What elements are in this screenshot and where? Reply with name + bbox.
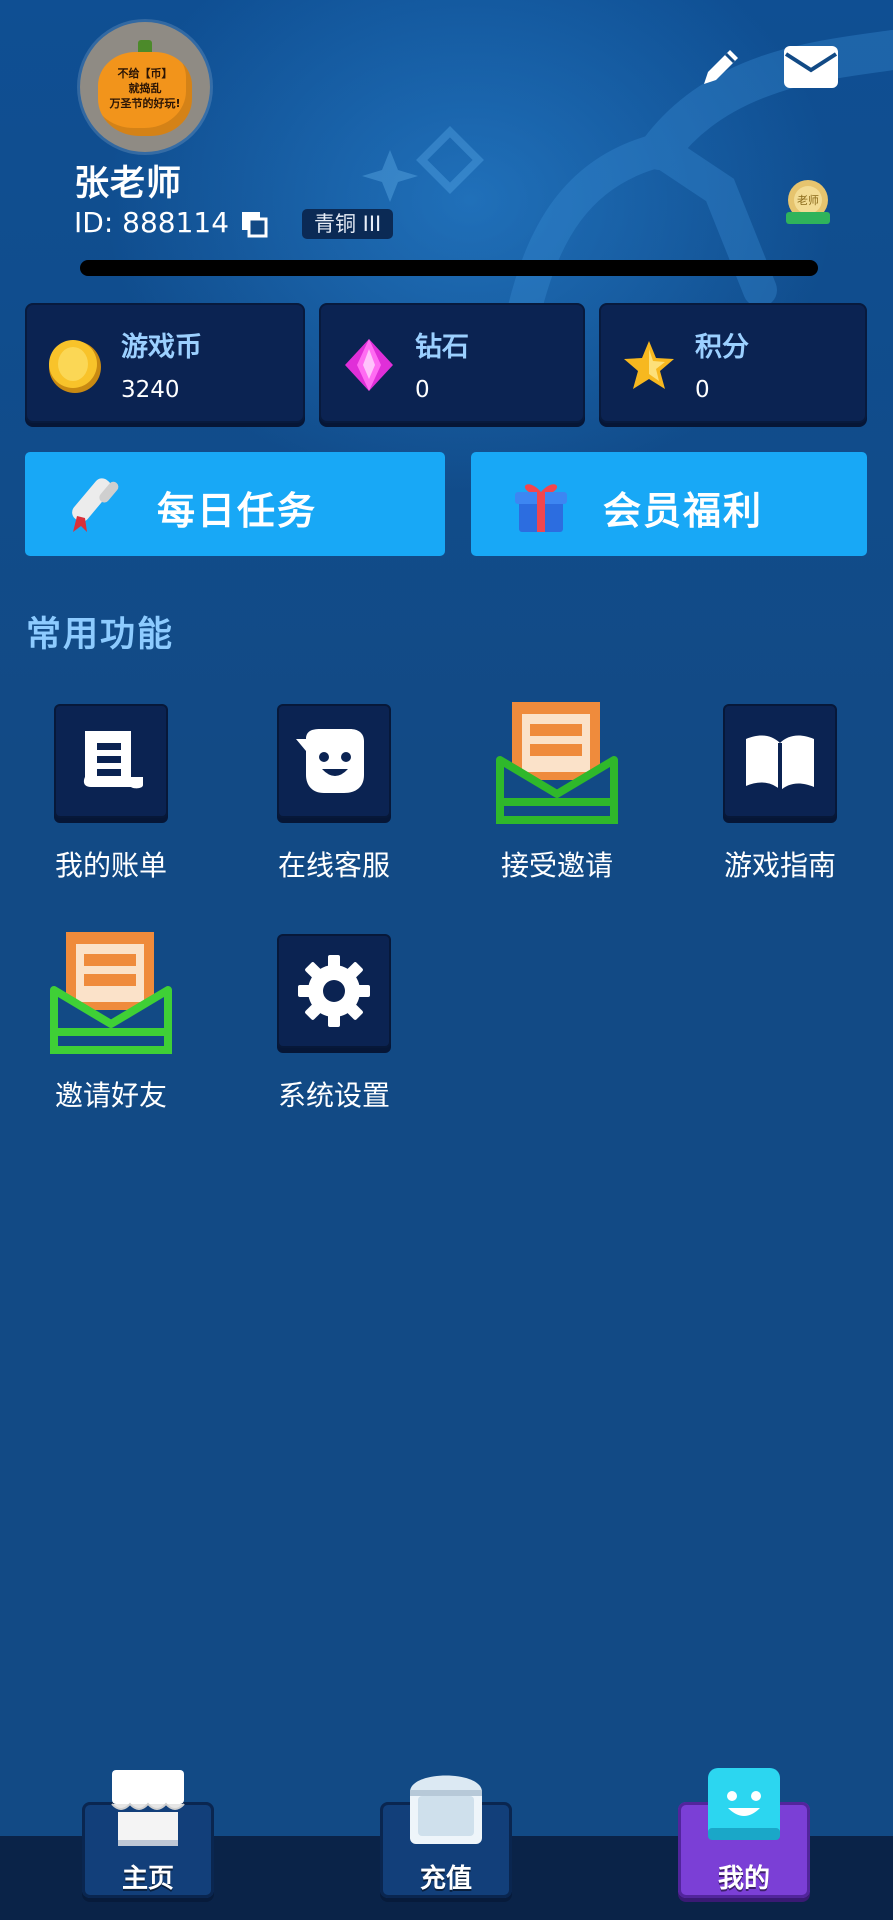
- bill-icon: [83, 731, 143, 789]
- copy-icon[interactable]: [240, 210, 268, 238]
- currency-value: 0: [415, 377, 430, 403]
- mail-icon[interactable]: [782, 44, 840, 90]
- coin-icon: [49, 340, 101, 393]
- medal-text: 老师: [797, 194, 819, 207]
- section-title: 常用功能: [26, 615, 175, 655]
- nav-tab-home[interactable]: 主页: [82, 1766, 214, 1914]
- online-support-button[interactable]: 在线客服: [234, 704, 434, 904]
- nav-tab-recharge[interactable]: 充值: [380, 1766, 512, 1914]
- nav-tab-label: 充值: [419, 1864, 472, 1894]
- user-id: ID: 888114: [74, 206, 230, 239]
- avatar-caption: 不给【币】 就捣乱 万圣节的好玩!: [98, 66, 192, 111]
- function-label: 我的账单: [54, 849, 167, 882]
- accept-invite-button[interactable]: 接受邀请: [457, 702, 657, 904]
- currency-label: 游戏币: [121, 332, 202, 363]
- shop-home-icon: [111, 1770, 185, 1846]
- star-icon: [624, 341, 674, 389]
- function-label: 邀请好友: [54, 1079, 167, 1112]
- nav-tab-mine[interactable]: 我的: [678, 1766, 810, 1914]
- currency-card-points[interactable]: 积分 0: [599, 303, 867, 423]
- invite-envelope-icon: [50, 932, 172, 1054]
- nav-tab-label: 我的: [717, 1864, 770, 1894]
- avatar[interactable]: 不给【币】 就捣乱 万圣节的好玩!: [80, 22, 210, 152]
- diamond-icon: [345, 339, 393, 391]
- function-tile: [277, 934, 391, 1048]
- currency-label: 积分: [695, 332, 749, 363]
- nav-tab-label: 主页: [121, 1864, 174, 1894]
- system-settings-button[interactable]: 系统设置: [234, 934, 434, 1134]
- smiley-profile-icon: [708, 1768, 780, 1840]
- guide-book-icon: [745, 735, 814, 792]
- invite-friends-button[interactable]: 邀请好友: [11, 932, 211, 1134]
- username: 张老师: [74, 164, 183, 204]
- gear-icon: [298, 955, 370, 1027]
- currency-card-coins[interactable]: 游戏币 3240: [25, 303, 305, 423]
- treasure-chest-icon: [410, 1775, 482, 1844]
- avatar-caption-line: 就捣乱: [128, 82, 162, 95]
- game-guide-button[interactable]: 游戏指南: [680, 704, 880, 904]
- member-benefits-label: 会员福利: [603, 489, 764, 533]
- experience-bar: [80, 260, 818, 276]
- daily-tasks-button[interactable]: 每日任务: [25, 452, 445, 556]
- daily-tasks-label: 每日任务: [157, 489, 318, 533]
- function-tile: [723, 704, 837, 818]
- function-label: 游戏指南: [723, 849, 836, 882]
- function-label: 系统设置: [277, 1079, 390, 1112]
- currency-card-diamonds[interactable]: 钻石 0: [319, 303, 585, 423]
- currency-label: 钻石: [415, 332, 469, 363]
- accept-invite-envelope-icon: [496, 702, 618, 824]
- function-label: 接受邀请: [500, 849, 613, 882]
- medal-badge-icon[interactable]: 老师: [782, 178, 834, 230]
- avatar-caption-line: 万圣节的好玩!: [109, 97, 181, 110]
- avatar-caption-line: 不给【币】: [117, 67, 173, 80]
- function-tile: [277, 704, 391, 818]
- edit-pencil-icon[interactable]: [696, 42, 746, 92]
- currency-value: 0: [695, 377, 710, 403]
- function-label: 在线客服: [277, 849, 390, 882]
- rank-badge: 青铜 III: [302, 209, 394, 239]
- my-bill-button[interactable]: 我的账单: [11, 704, 211, 904]
- function-tile: [54, 704, 168, 818]
- gift-icon: [515, 484, 567, 532]
- support-chat-icon: [296, 729, 364, 793]
- member-benefits-button[interactable]: 会员福利: [471, 452, 867, 556]
- scroll-icon: [72, 478, 119, 532]
- currency-value: 3240: [121, 377, 180, 403]
